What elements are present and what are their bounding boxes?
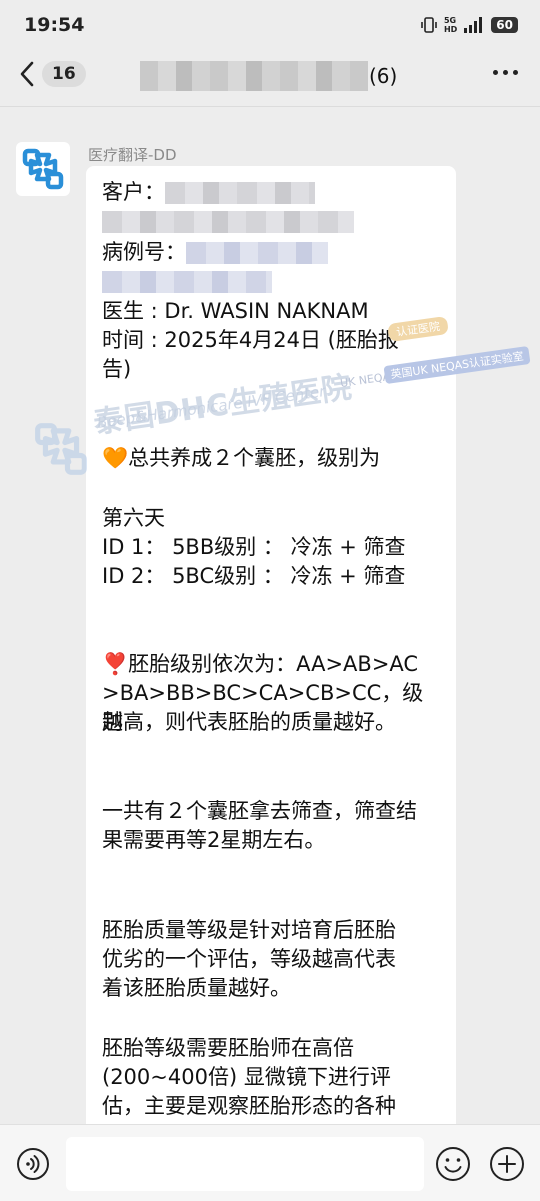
status-time: 19:54 — [24, 14, 85, 36]
more-button[interactable] — [493, 70, 518, 75]
quality-line: 胚胎质量等级是针对培育后胚胎 — [102, 918, 396, 942]
grade-order-line-3: 越高，则代表胚胎的质量越好。 — [102, 710, 396, 734]
doctor-line: 医生 : Dr. WASIN NAKNAM — [102, 299, 369, 323]
embryo-id1-line: ID 1： 5BB级别 ： 冷冻 + 筛查 — [102, 535, 406, 559]
member-count: (6) — [369, 64, 398, 88]
customer-line-2 — [102, 207, 444, 236]
medical-cross-logo-icon — [22, 148, 64, 190]
header-divider — [0, 106, 540, 107]
redacted-case-number-2 — [102, 271, 272, 293]
input-bar — [0, 1124, 540, 1201]
sender-avatar[interactable] — [16, 142, 70, 196]
network-type: 5G HD — [443, 16, 458, 34]
sender-name: 医疗翻译-DD — [88, 146, 177, 164]
redacted-group-name — [140, 61, 368, 91]
quality-line-3: 着该胚胎质量越好。 — [102, 976, 291, 1000]
chat-title[interactable]: (6) — [140, 60, 397, 92]
emoji-icon[interactable] — [434, 1145, 472, 1183]
grade-order-line: ❣️胚胎级别依次为：AA>AB>AC — [102, 652, 419, 676]
time-line: 时间 : 2025年4月24日 (胚胎报 — [102, 328, 399, 352]
method-line-2: (200~400倍) 显微镜下进行评 — [102, 1065, 391, 1089]
redacted-customer-2 — [102, 211, 354, 233]
embryo-id2-line: ID 2： 5BC级别 ： 冷冻 + 筛查 — [102, 564, 406, 588]
screening-line: 一共有２个囊胚拿去筛查，筛查结 — [102, 799, 417, 823]
quality-line-2: 优劣的一个评估，等级越高代表 — [102, 947, 396, 971]
signal-icon — [464, 17, 483, 33]
method-line-3: 估，主要是观察胚胎形态的各种 — [102, 1094, 396, 1118]
time-line-2: 告) — [102, 357, 132, 381]
status-bar: 19:54 5G HD 60 — [0, 0, 540, 52]
more-dots-icon — [493, 70, 498, 75]
back-button[interactable]: 16 — [18, 60, 86, 88]
screening-line-2: 果需要再等2星期左右。 — [102, 828, 326, 852]
voice-icon[interactable] — [16, 1147, 50, 1181]
message-input[interactable] — [66, 1137, 424, 1191]
status-icons: 5G HD 60 — [420, 16, 518, 34]
redacted-customer — [165, 182, 315, 204]
unread-count-badge: 16 — [42, 61, 86, 87]
plus-icon[interactable] — [488, 1145, 526, 1183]
back-chevron-icon — [20, 61, 34, 87]
method-line: 胚胎等级需要胚胎师在高倍 — [102, 1036, 354, 1060]
day6-line: 第六天 — [102, 506, 165, 530]
redacted-case-number — [186, 242, 328, 264]
customer-line: 客户： — [102, 178, 444, 207]
vibrate-icon — [421, 17, 437, 33]
case-number-line: 病例号： — [102, 238, 444, 267]
chat-header: 16 (6) — [0, 52, 540, 104]
battery-icon: 60 — [491, 17, 518, 33]
total-blastocyst-line: 🧡总共养成２个囊胚，级别为 — [102, 446, 381, 470]
case-number-line-2 — [102, 267, 444, 296]
message-bubble[interactable]: 客户： 病例号： 医生 : Dr. WASIN NAKNAM 时间 : 2025… — [86, 166, 456, 1166]
